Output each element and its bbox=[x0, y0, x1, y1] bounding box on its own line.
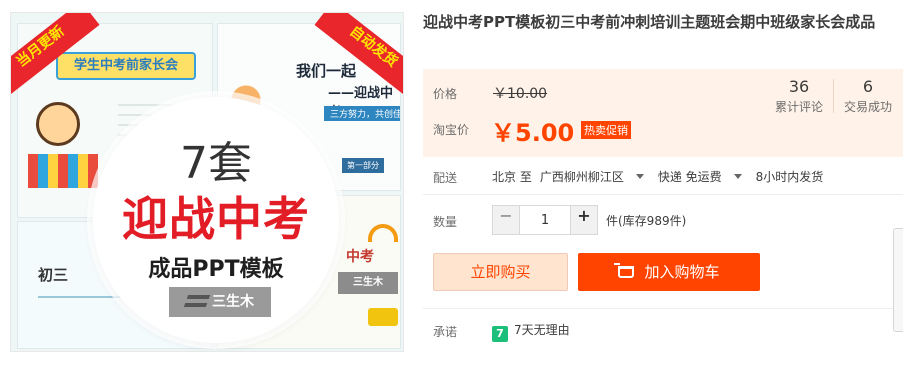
quantity-increase-button[interactable]: + bbox=[571, 206, 597, 234]
school-bus-icon bbox=[368, 308, 398, 326]
product-title: 迎战中考PPT模板初三中考前冲刺培训主题班会期中班级家长会成品 bbox=[423, 13, 876, 31]
set-count: 7套 bbox=[180, 138, 252, 189]
image-overlay-circle: 7套 迎战中考 成品PPT模板 三生木 bbox=[93, 97, 339, 343]
divider bbox=[423, 308, 903, 309]
deals-label: 交易成功 bbox=[843, 100, 892, 114]
reviews-count: 36 bbox=[788, 77, 810, 96]
ship-time: 8小时内发货 bbox=[755, 170, 824, 184]
brand-logo-text: 三生木 bbox=[212, 294, 254, 310]
image-headline: 迎战中考 bbox=[122, 192, 310, 246]
shipping-info: 北京 至广西柳州柳江区 快递 免运费 8小时内发货 bbox=[492, 168, 831, 185]
quantity-input[interactable] bbox=[519, 206, 571, 234]
ship-method-select[interactable]: 快递 免运费 bbox=[658, 170, 742, 184]
price-panel: 价格 ￥10.00 淘宝价 ￥5.00 热卖促销 36 累计评论 6 交易成功 bbox=[423, 69, 903, 157]
reviews-label: 累计评论 bbox=[774, 100, 823, 114]
shipping-label: 配送 bbox=[433, 171, 458, 185]
chevron-down-icon bbox=[733, 174, 742, 179]
seven-day-return-icon: 7 bbox=[492, 326, 508, 342]
quantity-stepper: − + bbox=[492, 205, 598, 235]
ship-to-select[interactable]: 广西柳州柳江区 bbox=[540, 170, 644, 184]
slide-3-title: 初三 bbox=[38, 266, 69, 284]
slide-4-brand-logo: 三生木 bbox=[338, 272, 398, 294]
cartoon-kid-illustration bbox=[36, 102, 80, 146]
slide-2-tagline: 三方努力，共创佳绩 bbox=[324, 106, 400, 121]
deals-stat[interactable]: 6 交易成功 bbox=[838, 77, 898, 115]
brand-logo: 三生木 bbox=[169, 287, 271, 317]
brand-mark-icon bbox=[183, 295, 211, 307]
side-scrollbar[interactable] bbox=[893, 228, 903, 332]
sale-price-label: 淘宝价 bbox=[433, 123, 470, 137]
promise-text: 7天无理由 bbox=[514, 323, 570, 337]
slide-2-title: 我们一起 bbox=[296, 62, 357, 80]
ship-to-text: 广西柳州柳江区 bbox=[539, 170, 624, 184]
original-price-label: 价格 bbox=[433, 87, 458, 101]
image-subheadline: 成品PPT模板 bbox=[148, 257, 284, 282]
promise-info[interactable]: 7 7天无理由 bbox=[492, 321, 570, 342]
promo-badge: 热卖促销 bbox=[581, 121, 631, 139]
quantity-decrease-button[interactable]: − bbox=[493, 206, 519, 234]
add-to-cart-label: 加入购物车 bbox=[644, 263, 720, 281]
deals-count: 6 bbox=[862, 77, 874, 96]
slide-1-banner: 学生中考前家长会 bbox=[56, 52, 196, 80]
quantity-label: 数量 bbox=[433, 215, 458, 229]
slide-4-title: 中考 bbox=[346, 249, 374, 265]
original-price: ￥10.00 bbox=[493, 86, 548, 102]
slide-2-badge: 第一部分 bbox=[342, 158, 384, 173]
cart-icon bbox=[614, 263, 635, 278]
reviews-stat[interactable]: 36 累计评论 bbox=[769, 77, 829, 115]
product-main-image[interactable]: 学生中考前家长会 我们一起 ——迎战中考 三方努力，共创佳绩 第一部分 初三 中… bbox=[10, 12, 404, 352]
sale-price: ￥5.00 bbox=[491, 119, 575, 147]
promise-label: 承诺 bbox=[433, 325, 458, 339]
buy-now-button[interactable]: 立即购买 bbox=[433, 253, 568, 291]
ship-method-text: 快递 免运费 bbox=[657, 170, 722, 184]
stock-info: 件(库存989件) bbox=[606, 214, 687, 228]
divider bbox=[423, 194, 903, 195]
books-illustration bbox=[28, 154, 98, 188]
chevron-down-icon bbox=[635, 174, 644, 179]
stat-divider bbox=[833, 79, 834, 113]
add-to-cart-button[interactable]: 加入购物车 bbox=[578, 253, 760, 291]
rainbow-icon bbox=[368, 224, 398, 242]
ship-from: 北京 至 bbox=[492, 170, 532, 184]
